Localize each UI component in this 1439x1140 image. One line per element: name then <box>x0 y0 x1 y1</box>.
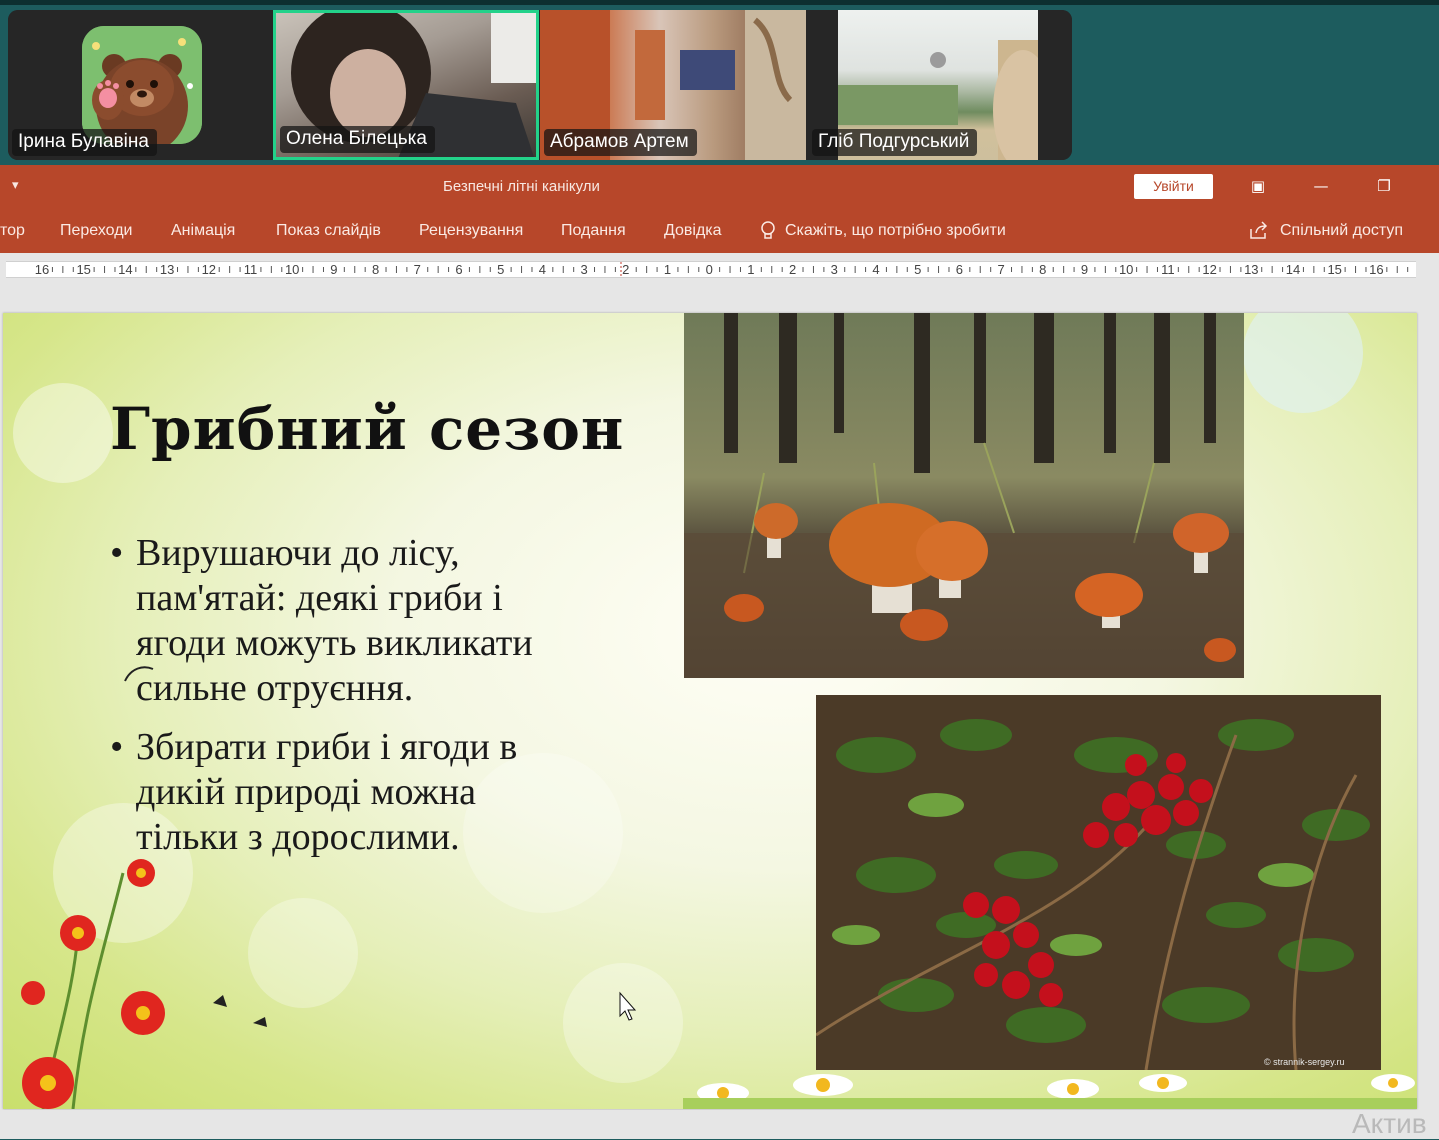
title-bar: ▾ Безпечні літні канікули Увійти ▣ — ❐ <box>0 165 1439 208</box>
ruler-label: 6 <box>956 262 963 277</box>
participant-name: Ірина Булавіна <box>12 129 157 156</box>
ruler-label: 5 <box>497 262 504 277</box>
ruler-label: 7 <box>414 262 421 277</box>
ribbon-display-options-icon[interactable]: ▣ <box>1244 173 1272 199</box>
bullet-dot: • <box>110 726 124 768</box>
ruler-label: 15 <box>76 262 90 277</box>
share-icon <box>1250 221 1268 239</box>
ruler-ticks: 16 15 14 13 12 11 10 9 8 7 6 5 4 3 2 1 0 1 2 3 4 5 6 7 8 9 10 11 12 1… <box>35 262 1409 277</box>
ruler-label: 16 <box>1369 262 1383 277</box>
horizontal-ruler: 16 15 14 13 12 11 10 9 8 7 6 5 4 3 2 1 0 1 2 3 4 5 6 7 8 9 10 11 12 1… <box>0 253 1439 285</box>
tab-review[interactable]: Рецензування <box>419 222 523 240</box>
strip-top-border <box>0 0 1439 5</box>
participant-tile-active-speaker[interactable]: Олена Білецька <box>273 10 539 160</box>
ruler-label: 3 <box>580 262 587 277</box>
participant-name: Олена Білецька <box>280 126 435 153</box>
lightbulb-icon <box>761 221 775 239</box>
ruler-label: 16 <box>35 262 49 277</box>
quick-access-chevron-icon[interactable]: ▾ <box>12 177 19 193</box>
ruler-label: 10 <box>285 262 299 277</box>
ruler-label: 10 <box>1119 262 1133 277</box>
ruler-label: 8 <box>1039 262 1046 277</box>
ruler-label: 7 <box>997 262 1004 277</box>
ruler-label: 2 <box>622 262 629 277</box>
ruler-label: 9 <box>1081 262 1088 277</box>
ruler-label: 3 <box>831 262 838 277</box>
ruler-label: 11 <box>244 262 258 277</box>
ruler-label: 12 <box>1202 262 1216 277</box>
bullet-item: • Вирушаючи до лісу, пам'ятай: деякі гри… <box>110 531 670 711</box>
tab-animations[interactable]: Анімація <box>171 222 235 240</box>
bullet-line: ягоди можуть викликати <box>136 622 533 664</box>
sign-in-button[interactable]: Увійти <box>1134 174 1213 199</box>
document-title: Безпечні літні канікули <box>443 178 600 195</box>
ruler-label: 5 <box>914 262 921 277</box>
ruler-label: 15 <box>1327 262 1341 277</box>
ruler-label: 1 <box>664 262 671 277</box>
minimize-button[interactable]: — <box>1307 173 1335 199</box>
share-button[interactable]: Спільний доступ <box>1280 222 1403 240</box>
ruler-label: 14 <box>1286 262 1300 277</box>
bullet-line: тільки з дорослими. <box>136 816 460 858</box>
bullet-line: пам'ятай: деякі гриби і <box>136 577 503 619</box>
video-strip: Ірина Булавіна Олена Білецька Абрамов Ар… <box>0 0 1439 165</box>
lingonberries-photo[interactable]: © strannik-sergey.ru <box>816 695 1381 1070</box>
participant-tile[interactable]: Ірина Булавіна <box>8 10 272 160</box>
slide-canvas[interactable]: Грибний сезон • Вирушаючи до лісу, пам'я… <box>3 313 1417 1109</box>
bullet-line: Збирати гриби і ягоди в <box>136 726 518 768</box>
tab-transitions[interactable]: Переходи <box>60 222 132 240</box>
ruler-label: 2 <box>789 262 796 277</box>
ruler-label: 6 <box>455 262 462 277</box>
ruler-label: 4 <box>872 262 879 277</box>
ruler-label: 1 <box>747 262 754 277</box>
participant-name: Гліб Подгурський <box>812 129 978 156</box>
ruler-label: 0 <box>706 262 713 277</box>
tab-slide-show[interactable]: Показ слайдів <box>276 222 381 240</box>
photo-credit: © strannik-sergey.ru <box>1264 1057 1345 1067</box>
bear-avatar-icon <box>82 26 202 144</box>
mushrooms-photo[interactable] <box>684 313 1244 678</box>
participant-tiles: Ірина Булавіна Олена Білецька Абрамов Ар… <box>8 10 1072 160</box>
bullet-line: дикій природі можна <box>136 771 477 813</box>
bullet-dot: • <box>110 532 124 574</box>
ruler-label: 11 <box>1161 262 1175 277</box>
maximize-button[interactable]: ❐ <box>1370 173 1398 199</box>
ribbon-tabs: тор Переходи Анімація Показ слайдів Реце… <box>0 208 1439 253</box>
ruler-label: 13 <box>160 262 174 277</box>
ruler-label: 8 <box>372 262 379 277</box>
ruler-label: 9 <box>330 262 337 277</box>
ruler-label: 14 <box>118 262 132 277</box>
participant-tile[interactable]: Абрамов Артем <box>540 10 806 160</box>
powerpoint-window: ▾ Безпечні літні канікули Увійти ▣ — ❐ т… <box>0 165 1439 1139</box>
ruler-label: 12 <box>202 262 216 277</box>
ruler-label: 13 <box>1244 262 1258 277</box>
windows-activation-watermark: Актив <box>1352 1108 1427 1139</box>
status-bar-area <box>0 1110 1439 1139</box>
ruler-label: 4 <box>539 262 546 277</box>
tell-me-search[interactable]: Скажіть, що потрібно зробити <box>785 222 1006 240</box>
participant-tile[interactable]: Гліб Подгурський <box>808 10 1072 160</box>
participant-name: Абрамов Артем <box>544 129 697 156</box>
tab-view[interactable]: Подання <box>561 222 626 240</box>
tab-design[interactable]: тор <box>0 222 25 240</box>
bullet-item: • Збирати гриби і ягоди в дикій природі … <box>110 725 670 860</box>
bullet-line: сильне отруєння. <box>136 667 414 709</box>
slide-title: Грибний сезон <box>110 395 625 463</box>
bullet-line: Вирушаючи до лісу, <box>136 532 460 574</box>
tab-help[interactable]: Довідка <box>664 222 722 240</box>
